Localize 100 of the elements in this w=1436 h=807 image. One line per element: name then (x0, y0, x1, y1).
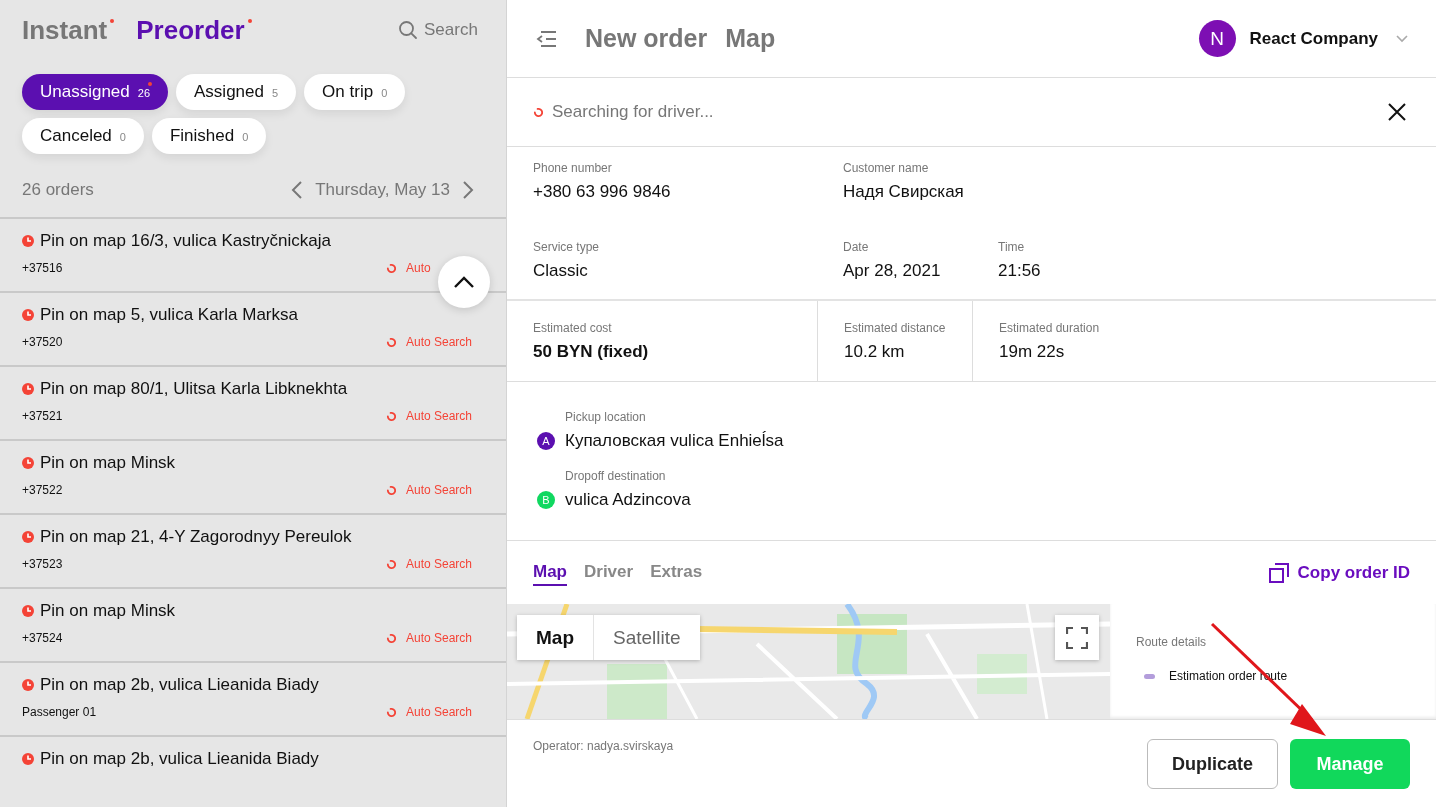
order-status: Auto Search (406, 705, 473, 719)
order-phone: +37523 (22, 557, 63, 571)
field-value: 10.2 km (844, 342, 906, 362)
tab[interactable]: Driver (584, 559, 634, 586)
order-title: Pin on map 16/3, vulica Kastryčnickaja (40, 231, 332, 251)
location-address: vulica Adzincova (565, 490, 691, 510)
order-phone: +37516 (22, 261, 63, 275)
field-value: Apr 28, 2021 (843, 261, 942, 281)
field-value: 19m 22s (999, 342, 1066, 362)
duplicate-button[interactable]: Duplicate (1147, 739, 1278, 789)
order-phone: +37521 (22, 409, 63, 423)
spinner-icon (386, 336, 397, 348)
scroll-up-button[interactable] (438, 256, 490, 308)
field-label: Estimated duration (999, 321, 1101, 335)
clock-icon (22, 457, 34, 469)
clock-icon (22, 753, 34, 765)
page-title: New order (585, 24, 708, 53)
order-phone: +37524 (22, 631, 63, 645)
search-icon (398, 20, 418, 40)
spinner-icon (386, 632, 397, 644)
copy-icon (1268, 562, 1289, 583)
order-item[interactable]: Pin on map 21, 4-Y Zagorodnyy Pereulok +37523 Auto Search (0, 513, 506, 587)
field-label: Pickup location (565, 410, 647, 424)
field-label: Estimated distance (844, 321, 947, 335)
spinner-icon (386, 558, 397, 570)
clock-icon (22, 309, 34, 321)
spinner-icon (533, 106, 544, 118)
fullscreen-icon (1066, 626, 1088, 649)
order-item[interactable]: Pin on map 2b, vulica Lieanida Biady Passenger 01 Auto Search (0, 661, 506, 735)
field-value: Надя Свирская (843, 182, 965, 202)
location-marker: A (537, 432, 555, 450)
tab[interactable]: Map (533, 559, 567, 586)
chevron-left-icon[interactable] (291, 180, 304, 200)
filter-chip[interactable]: Assigned 5 (176, 74, 297, 110)
map-type-button[interactable]: Satellite (593, 615, 700, 660)
clock-icon (22, 531, 34, 543)
order-title: Pin on map 80/1, Ulitsa Karla Libknekhta (40, 379, 348, 399)
chevron-up-icon (453, 275, 475, 289)
field-label: Service type (533, 240, 601, 254)
date-label: Thursday, May 13 (315, 180, 450, 200)
operator-label: Operator: nadya.svirskaya (533, 739, 674, 755)
clock-icon (22, 679, 34, 691)
spinner-icon (386, 484, 397, 496)
order-title: Pin on map 5, vulica Karla Marksa (40, 305, 298, 325)
page-title: Map (725, 24, 776, 53)
spinner-icon (386, 706, 397, 718)
filter-chip[interactable]: Canceled 0 (22, 118, 144, 154)
order-title: Pin on map Minsk (40, 453, 176, 473)
field-value: Classic (533, 261, 589, 281)
order-phone: Passenger 01 (22, 705, 97, 719)
location-marker: B (537, 491, 555, 509)
spinner-icon (386, 410, 397, 422)
order-item[interactable]: Pin on map Minsk +37522 Auto Search (0, 439, 506, 513)
order-status: Auto Search (406, 335, 473, 349)
field-label: Estimated cost (533, 321, 613, 335)
chevron-right-icon[interactable] (462, 180, 474, 200)
order-title: Pin on map 2b, vulica Lieanida Biady (40, 675, 319, 695)
clock-icon (22, 383, 34, 395)
copy-order-id-button[interactable]: Copy order ID (1268, 562, 1410, 583)
field-label: Customer name (843, 161, 930, 175)
field-label: Time (998, 240, 1026, 254)
close-icon[interactable] (1388, 103, 1406, 121)
filter-chip[interactable]: On trip 0 (304, 74, 406, 110)
field-label: Date (843, 240, 870, 254)
field-value: +380 63 996 9846 (533, 182, 672, 202)
order-phone: +37520 (22, 335, 63, 349)
field-label: Phone number (533, 161, 613, 175)
route-title: Route details (1136, 635, 1208, 649)
order-status: Auto Search (406, 483, 473, 497)
mode-tab[interactable]: Preorder (136, 14, 245, 46)
search-status: Searching for driver... (552, 102, 714, 122)
order-status: Auto (406, 261, 431, 275)
order-phone: +37522 (22, 483, 63, 497)
field-label: Dropoff destination (565, 469, 667, 483)
order-item[interactable]: Pin on map Minsk +37524 Auto Search (0, 587, 506, 661)
menu-icon[interactable] (535, 29, 557, 48)
order-status: Auto Search (406, 631, 473, 645)
fullscreen-button[interactable] (1055, 615, 1099, 660)
map-type-button[interactable]: Map (517, 615, 593, 660)
chevron-down-icon[interactable] (1396, 34, 1408, 43)
spinner-icon (386, 262, 397, 274)
order-item[interactable]: Pin on map 2b, vulica Lieanida Biady (0, 735, 506, 807)
company-name[interactable]: React Company (1249, 28, 1378, 49)
clock-icon (22, 235, 34, 247)
order-title: Pin on map 2b, vulica Lieanida Biady (40, 749, 319, 769)
order-title: Pin on map 21, 4-Y Zagorodnyy Pereulok (40, 527, 352, 547)
field-value: 50 BYN (fixed) (533, 342, 650, 362)
filter-chip[interactable]: Finished 0 (151, 118, 267, 154)
order-item[interactable]: Pin on map 80/1, Ulitsa Karla Libknekhta +37521 Auto Search (0, 365, 506, 439)
order-status: Auto Search (406, 409, 473, 423)
field-value: 21:56 (998, 261, 1042, 281)
order-title: Pin on map Minsk (40, 601, 176, 621)
mode-tab[interactable]: Instant (22, 14, 108, 46)
tab[interactable]: Extras (650, 559, 703, 586)
order-count: 26 orders (22, 180, 94, 200)
search-field[interactable]: Search (398, 20, 480, 40)
avatar[interactable]: N (1198, 20, 1236, 57)
filter-chip[interactable]: Unassigned 26 (22, 74, 169, 110)
order-status: Auto Search (406, 557, 473, 571)
clock-icon (22, 605, 34, 617)
